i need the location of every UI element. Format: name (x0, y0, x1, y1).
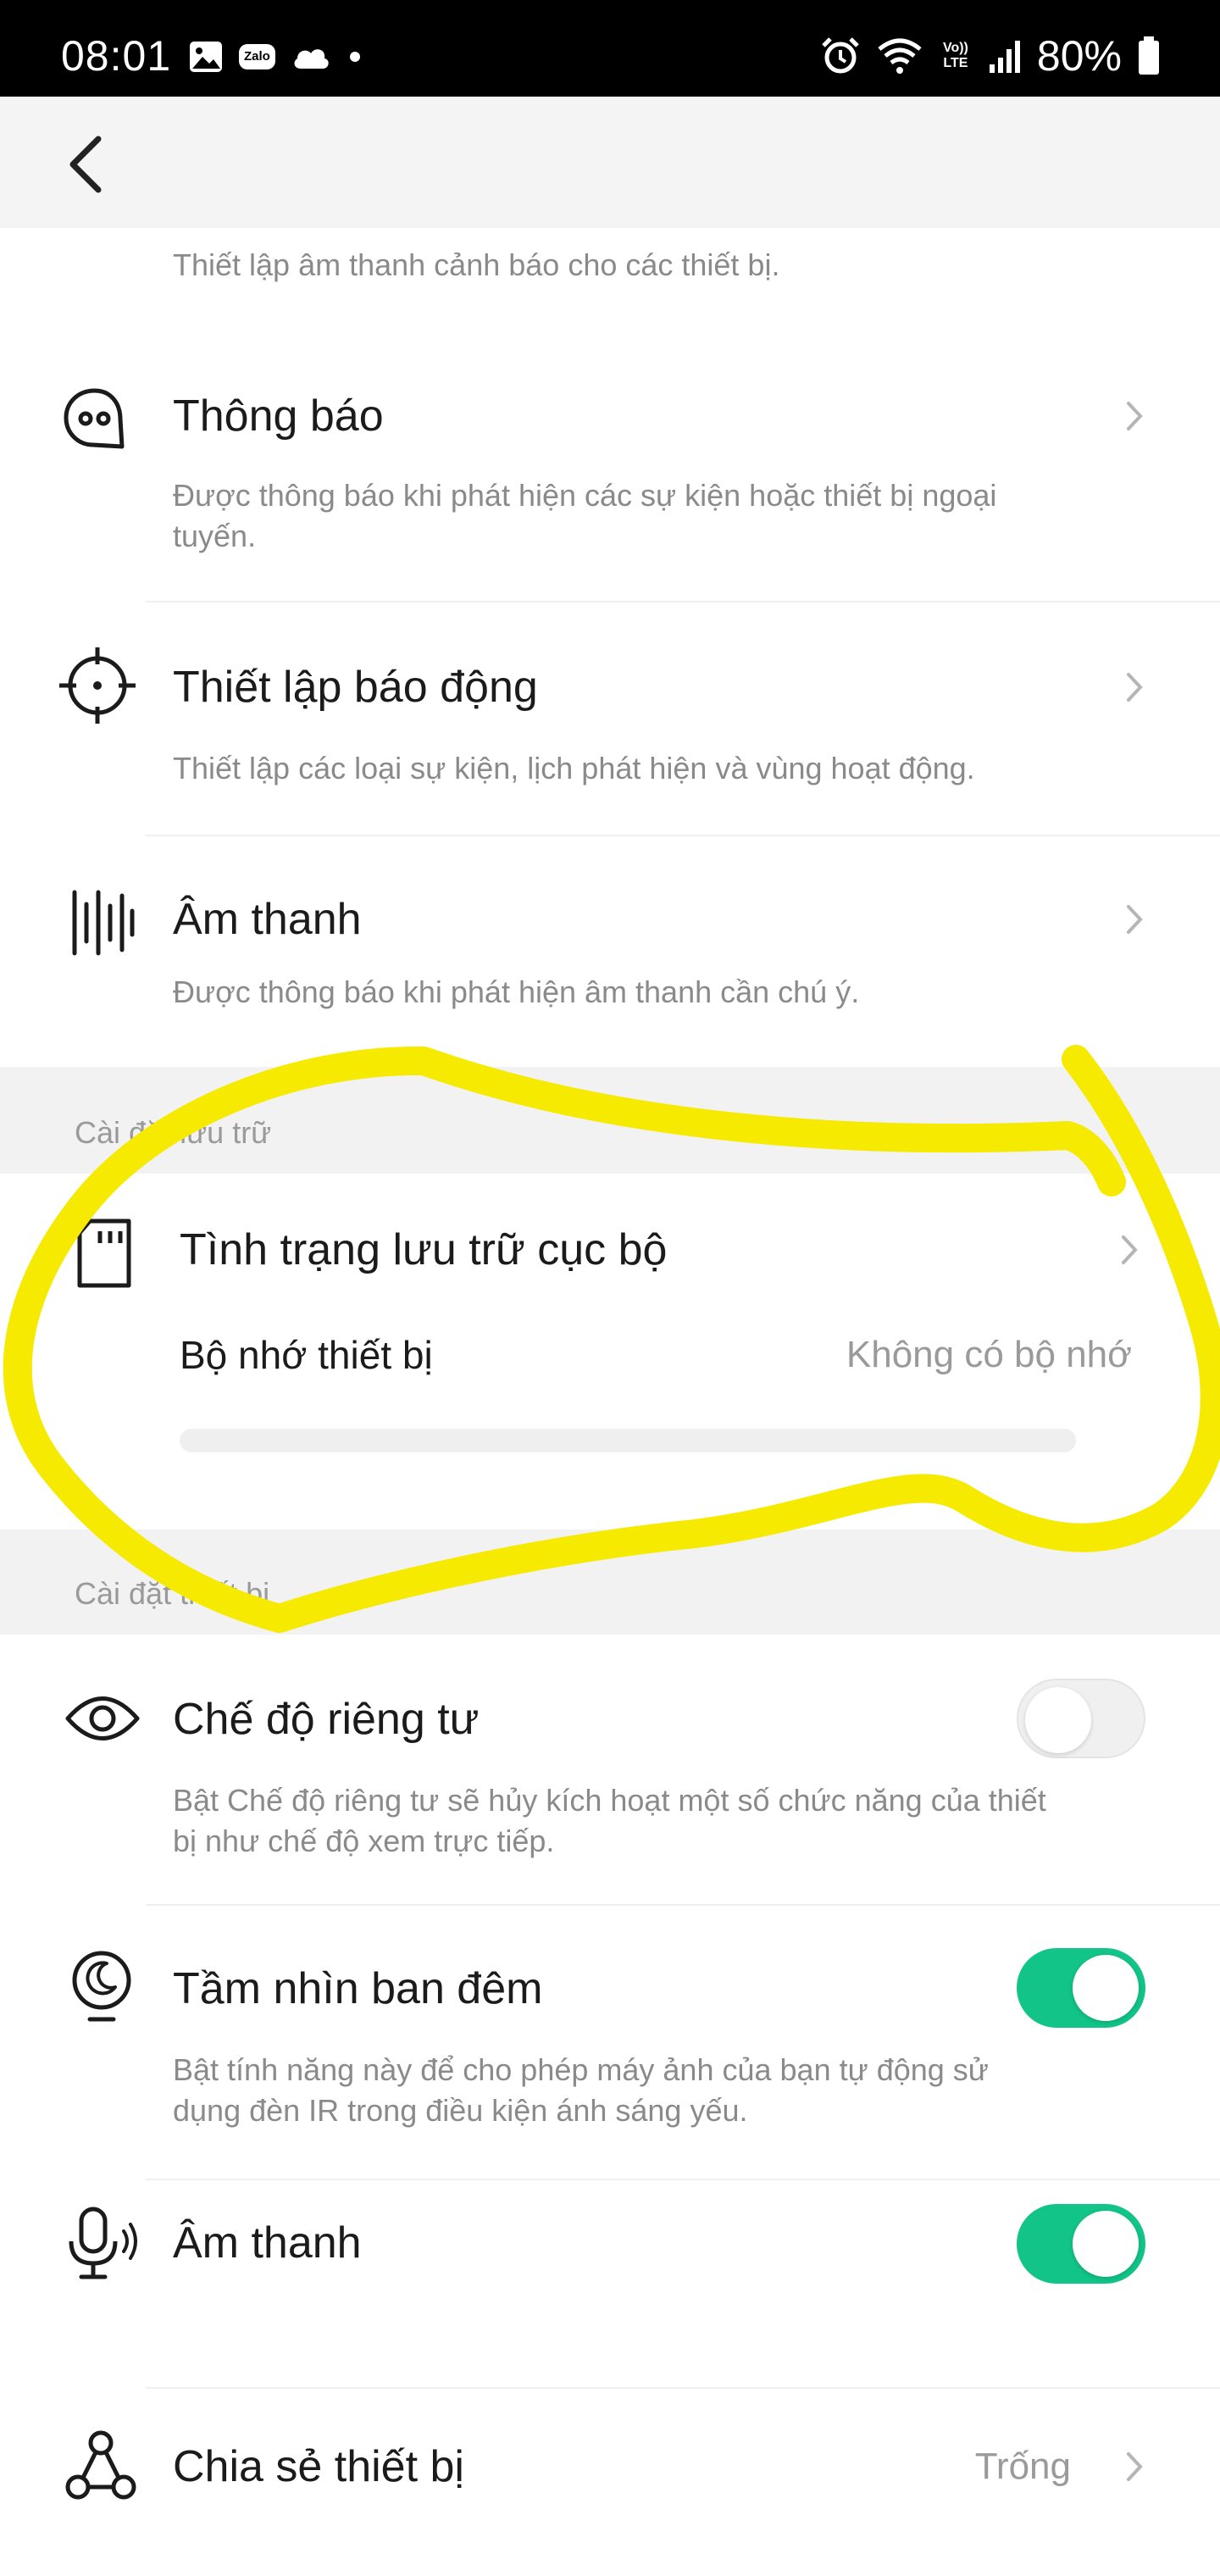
alarm-sound-card[interactable]: Thiết lập âm thanh cảnh báo cho các thiế… (0, 228, 1220, 330)
sound-detection-row[interactable]: Âm thanh Được thông báo khi phát hiện âm… (0, 836, 1220, 1067)
sound-wave-icon (72, 890, 135, 956)
night-mode-icon (72, 1951, 131, 2022)
share-device-title: Chia sẻ thiết bị (173, 2442, 464, 2491)
sound-detection-description: Được thông báo khi phát hiện âm thanh cầ… (173, 974, 860, 1009)
notifications-description: Được thông báo khi phát hiện các sự kiện… (173, 478, 997, 553)
storage-section-label: Cài đặt lưu trữ (75, 1115, 272, 1150)
lte-icon: Vo)) LTE (942, 41, 968, 70)
signal-icon (989, 41, 1020, 73)
alarm-settings-title: Thiết lập báo động (173, 663, 538, 712)
audio-toggle[interactable] (1017, 2204, 1145, 2284)
device-settings-card: Chế độ riêng tư Bật Chế độ riêng tư sẽ h… (0, 1635, 1220, 2576)
toggle-knob (1073, 1955, 1139, 2021)
alerts-card: Thông báo Được thông báo khi phát hiện c… (0, 330, 1220, 1067)
toggle-knob (1025, 1687, 1091, 1753)
night-vision-row: Tầm nhìn ban đêm Bật tính năng này để ch… (0, 1906, 1220, 2179)
eye-icon (65, 1696, 140, 1740)
share-nodes-icon (65, 2430, 136, 2500)
local-storage-title: Tình trạng lưu trữ cục bộ (180, 1225, 668, 1274)
wifi-icon (878, 38, 922, 74)
gallery-icon (190, 42, 222, 72)
privacy-mode-description: Bật Chế độ riêng tư sẽ hủy kích hoạt một… (173, 1783, 1046, 1858)
storage-card: Tình trạng lưu trữ cục bộ Bộ nhớ thiết b… (0, 1174, 1220, 1530)
zalo-icon: Zalo (239, 44, 275, 69)
more-dot-icon (349, 52, 360, 62)
sound-detection-title: Âm thanh (173, 895, 362, 944)
status-system-icons: Vo)) LTE 80% (820, 31, 1161, 81)
night-vision-title: Tầm nhìn ban đêm (173, 1964, 543, 2013)
status-time: 08:01 (61, 32, 172, 80)
alarm-settings-row[interactable]: Thiết lập báo động Thiết lập các loại sự… (0, 602, 1220, 836)
privacy-mode-row: Chế độ riêng tư Bật Chế độ riêng tư sẽ h… (0, 1635, 1220, 1904)
chevron-right-icon (1122, 1235, 1138, 1264)
notifications-title: Thông báo (173, 391, 384, 441)
audio-title: Âm thanh (173, 2218, 362, 2268)
chevron-left-icon (69, 136, 102, 193)
status-bar: 08:01 Zalo Vo)) LTE 80% (0, 0, 1220, 97)
toggle-knob (1073, 2211, 1139, 2277)
notifications-row[interactable]: Thông báo Được thông báo khi phát hiện c… (0, 330, 1220, 602)
sd-card-icon (77, 1219, 131, 1288)
top-app-bar (0, 97, 1220, 228)
device-memory-value: Không có bộ nhớ (846, 1334, 1132, 1375)
share-device-row[interactable]: Chia sẻ thiết bị Trống (0, 2389, 1220, 2576)
status-notification-icons: Zalo (188, 36, 363, 78)
alarm-clock-icon (822, 37, 859, 74)
crosshair-icon (59, 647, 136, 724)
chat-bubble-icon (64, 388, 125, 449)
chevron-right-icon (1127, 905, 1143, 934)
alarm-sound-description: Thiết lập âm thanh cảnh báo cho các thiế… (173, 247, 780, 282)
privacy-mode-title: Chế độ riêng tư (173, 1695, 480, 1744)
audio-row: Âm thanh (0, 2180, 1220, 2387)
night-vision-toggle[interactable] (1017, 1948, 1145, 2028)
share-device-value: Trống (974, 2446, 1071, 2487)
privacy-mode-toggle[interactable] (1017, 1679, 1145, 1758)
alarm-settings-description: Thiết lập các loại sự kiện, lịch phát hi… (173, 751, 975, 786)
local-storage-row[interactable]: Tình trạng lưu trữ cục bộ (0, 1174, 1220, 1318)
battery-percent: 80% (1036, 32, 1122, 80)
cloud-icon (294, 49, 329, 69)
chevron-right-icon (1127, 673, 1143, 702)
device-memory-label: Bộ nhớ thiết bị (180, 1333, 433, 1377)
chevron-right-icon (1127, 402, 1143, 430)
storage-usage-bar (180, 1429, 1076, 1452)
device-section-label: Cài đặt thiết bị (75, 1576, 270, 1611)
back-button[interactable] (59, 130, 119, 198)
microphone-icon (69, 2207, 137, 2279)
chevron-right-icon (1127, 2452, 1143, 2481)
battery-icon (1139, 36, 1159, 75)
night-vision-description: Bật tính năng này để cho phép máy ảnh củ… (173, 2052, 989, 2128)
